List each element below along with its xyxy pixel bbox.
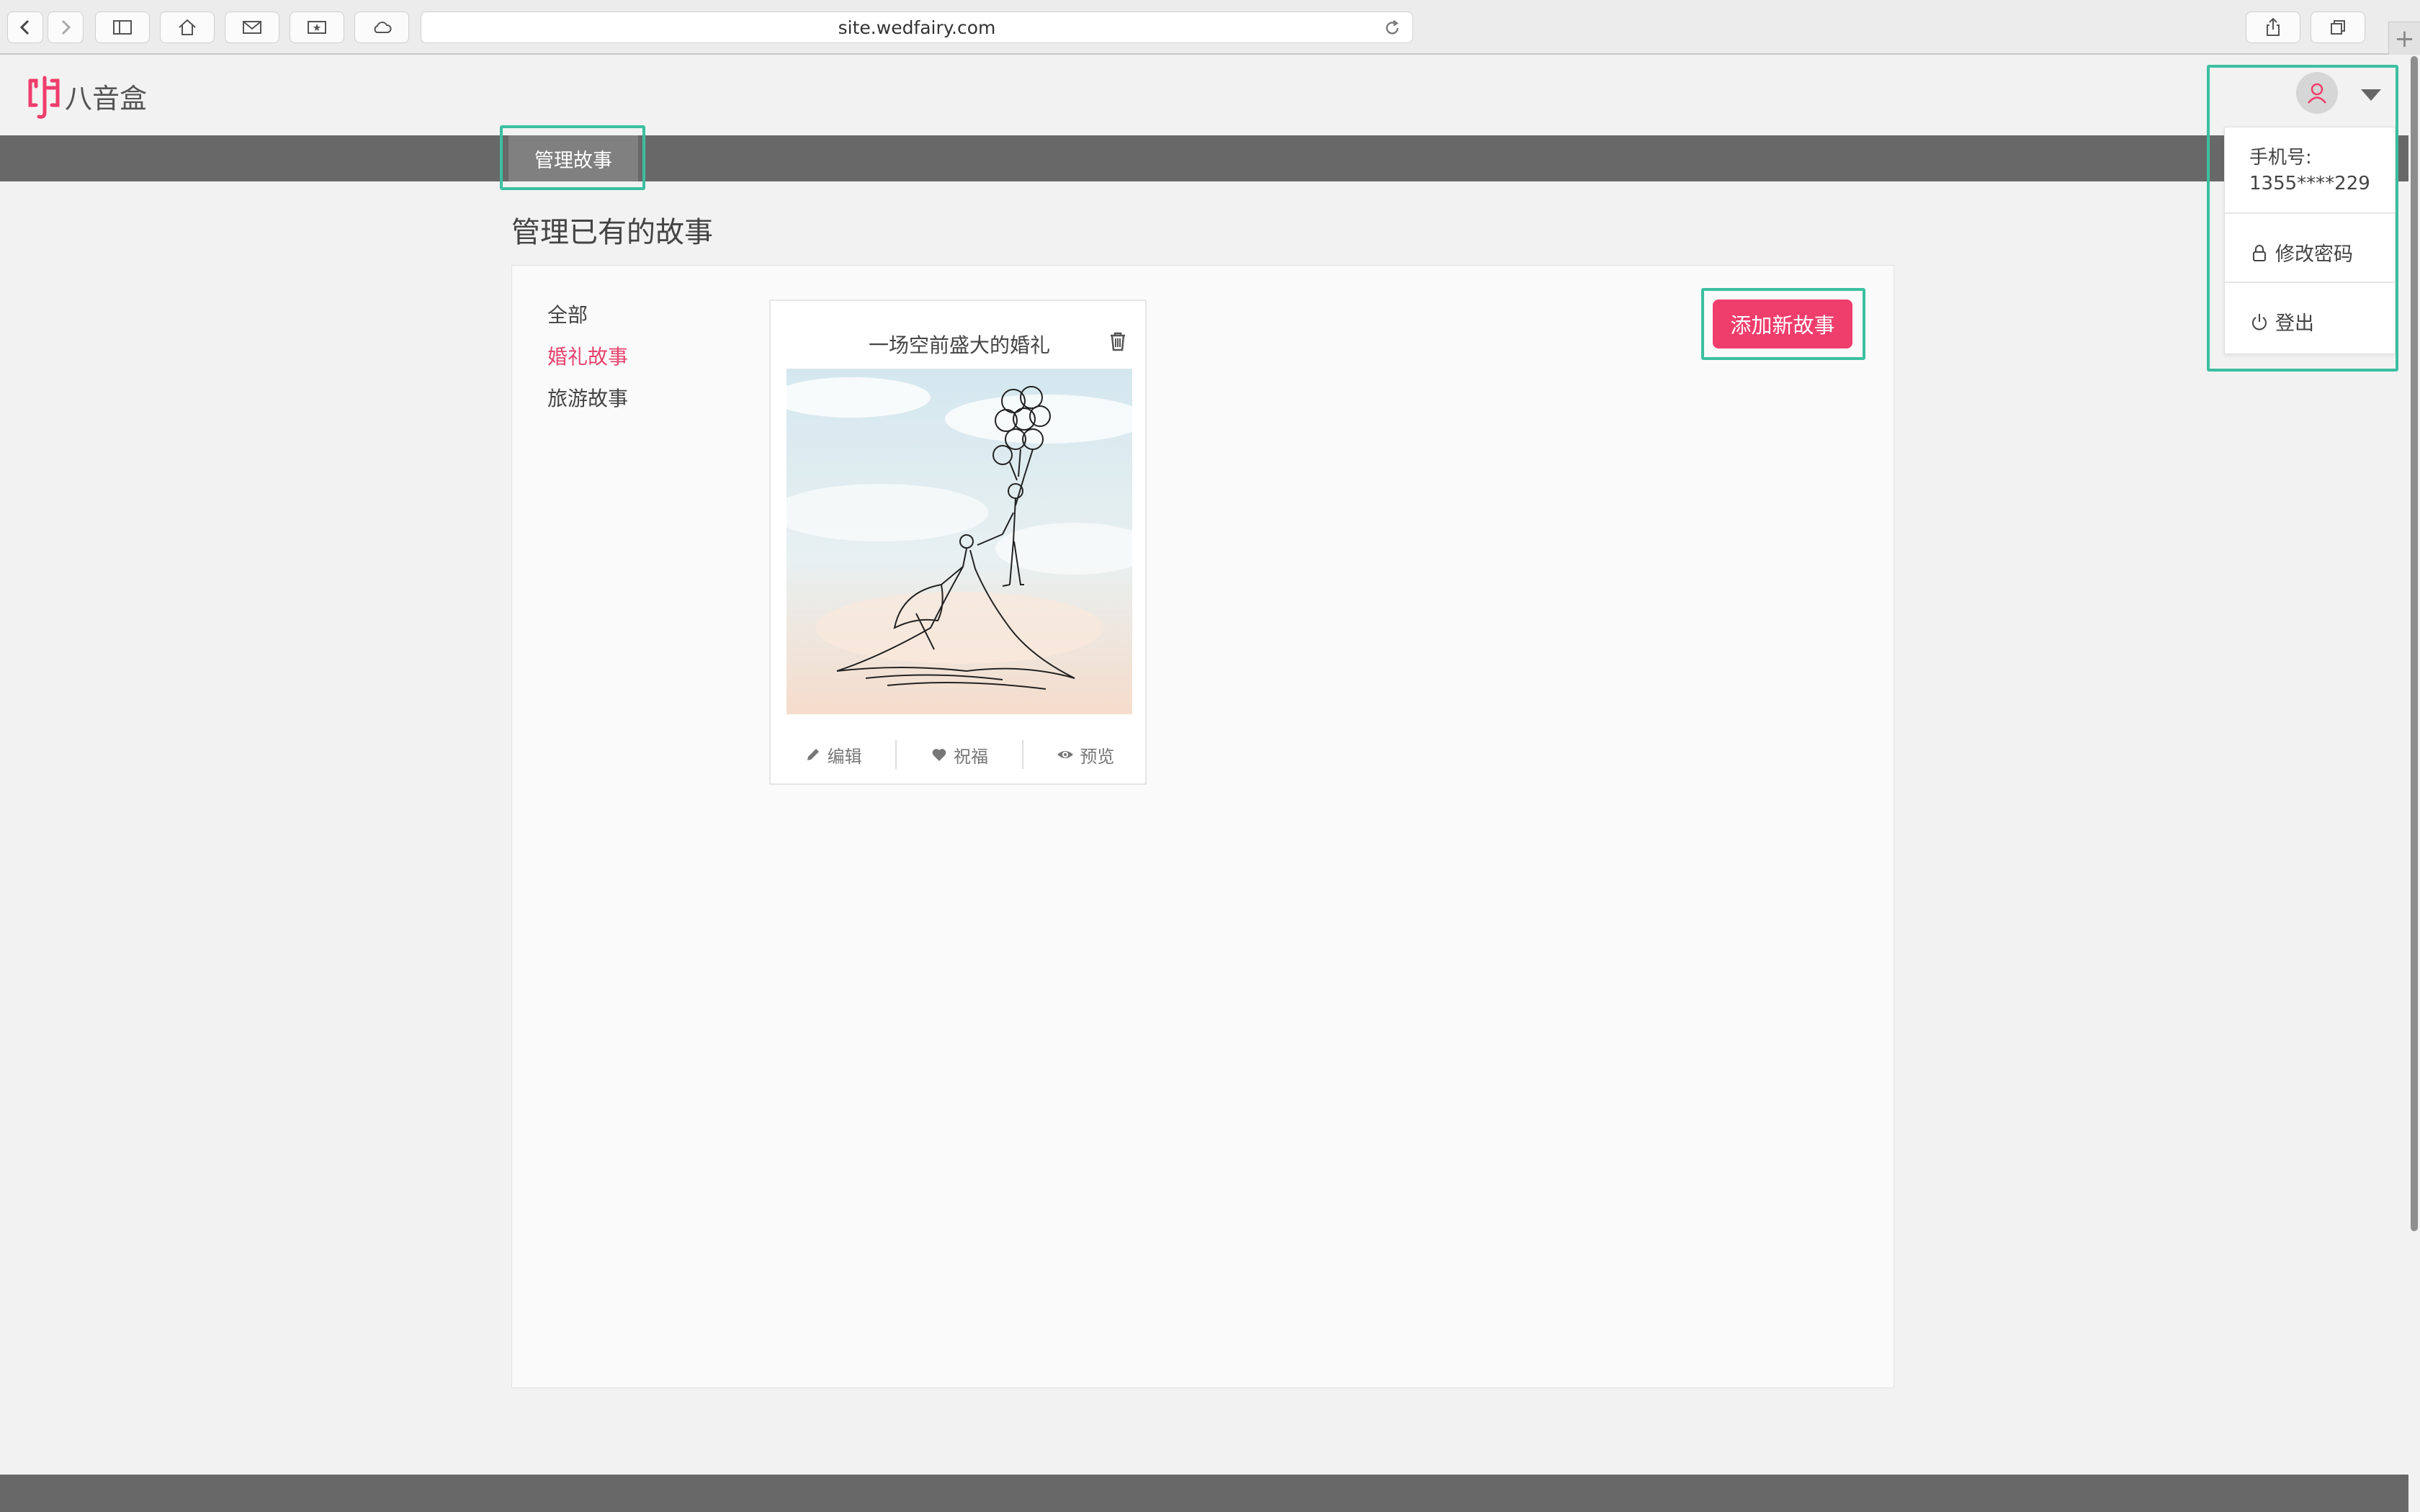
sidebar-icon — [113, 20, 132, 35]
reload-icon[interactable] — [1382, 18, 1402, 38]
address-bar[interactable]: site.wedfairy.com — [421, 12, 1413, 43]
heart-icon — [932, 749, 946, 761]
blessing-button[interactable]: 祝福 — [897, 733, 1021, 776]
share-button[interactable] — [2246, 12, 2300, 43]
home-button[interactable] — [160, 12, 215, 43]
story-title: 一场空前盛大的婚礼 — [868, 333, 1050, 357]
plus-icon: + — [2394, 24, 2415, 53]
url-text: site.wedfairy.com — [838, 17, 996, 38]
add-story-button[interactable]: 添加新故事 — [1713, 300, 1852, 348]
divider — [2225, 282, 2396, 283]
lock-icon — [2253, 244, 2266, 261]
tabs-button[interactable] — [2311, 12, 2365, 43]
star-icon — [308, 21, 326, 34]
story-card: 一场空前盛大的婚礼 编辑 祝福 预览 — [769, 300, 1147, 785]
preview-button[interactable]: 预览 — [1023, 733, 1148, 776]
edit-label: 编辑 — [827, 746, 862, 767]
chevron-right-icon — [61, 19, 71, 35]
logo-text: 八音盒 — [65, 82, 148, 114]
mail-icon — [243, 21, 261, 34]
content-panel — [511, 265, 1894, 1388]
tab-manage-stories[interactable]: 管理故事 — [508, 135, 638, 181]
category-wedding[interactable]: 婚礼故事 — [547, 341, 628, 370]
page-title: 管理已有的故事 — [511, 216, 713, 249]
forward-button[interactable] — [48, 12, 84, 43]
share-icon — [2267, 17, 2280, 36]
icloud-button[interactable] — [354, 12, 409, 43]
divider — [2225, 212, 2396, 214]
change-password-item[interactable]: 修改密码 — [2249, 238, 2353, 266]
blessing-label: 祝福 — [953, 746, 988, 767]
pencil-icon — [807, 749, 819, 760]
logout-label: 登出 — [2275, 312, 2314, 335]
chevron-down-icon[interactable] — [2361, 89, 2381, 101]
edit-button[interactable]: 编辑 — [771, 733, 895, 776]
user-icon — [2308, 83, 2326, 104]
logo-icon — [28, 76, 60, 119]
preview-label: 预览 — [1080, 746, 1115, 767]
back-button[interactable] — [7, 12, 43, 43]
category-all[interactable]: 全部 — [547, 300, 588, 328]
new-tab-button[interactable]: + — [2388, 22, 2420, 55]
power-icon — [2252, 313, 2267, 330]
avatar[interactable] — [2296, 72, 2338, 114]
change-password-label: 修改密码 — [2275, 243, 2353, 266]
main-navbar: 管理故事 — [0, 135, 2408, 181]
story-actions: 编辑 祝福 预览 — [771, 733, 1148, 776]
phone-value: 1355****229 — [2249, 173, 2370, 194]
logo[interactable]: 八音盒 — [26, 72, 147, 120]
logout-item[interactable]: 登出 — [2249, 307, 2314, 336]
sidebar-button[interactable] — [95, 12, 150, 43]
cloud-icon — [374, 22, 392, 33]
scrollbar-thumb[interactable] — [2411, 56, 2418, 1231]
site-footer — [0, 1475, 2408, 1512]
tabs-icon — [2331, 20, 2345, 35]
chevron-left-icon — [19, 19, 30, 35]
category-travel[interactable]: 旅游故事 — [547, 383, 628, 412]
site-header: 八音盒 — [0, 56, 2408, 135]
phone-label: 手机号: — [2249, 147, 2312, 168]
mail-button[interactable] — [225, 12, 279, 43]
home-icon — [179, 19, 196, 35]
trash-icon[interactable] — [1106, 330, 1129, 353]
eye-icon — [1057, 751, 1074, 758]
story-cover-image[interactable] — [786, 369, 1132, 714]
page-scrollbar[interactable] — [2408, 56, 2420, 1512]
bookmark-button[interactable] — [290, 12, 344, 43]
browser-toolbar: site.wedfairy.com + — [0, 0, 2420, 55]
phone-info: 手机号: 1355****229 — [2249, 145, 2370, 197]
user-dropdown-menu: 手机号: 1355****229 修改密码 登出 — [2224, 127, 2396, 354]
